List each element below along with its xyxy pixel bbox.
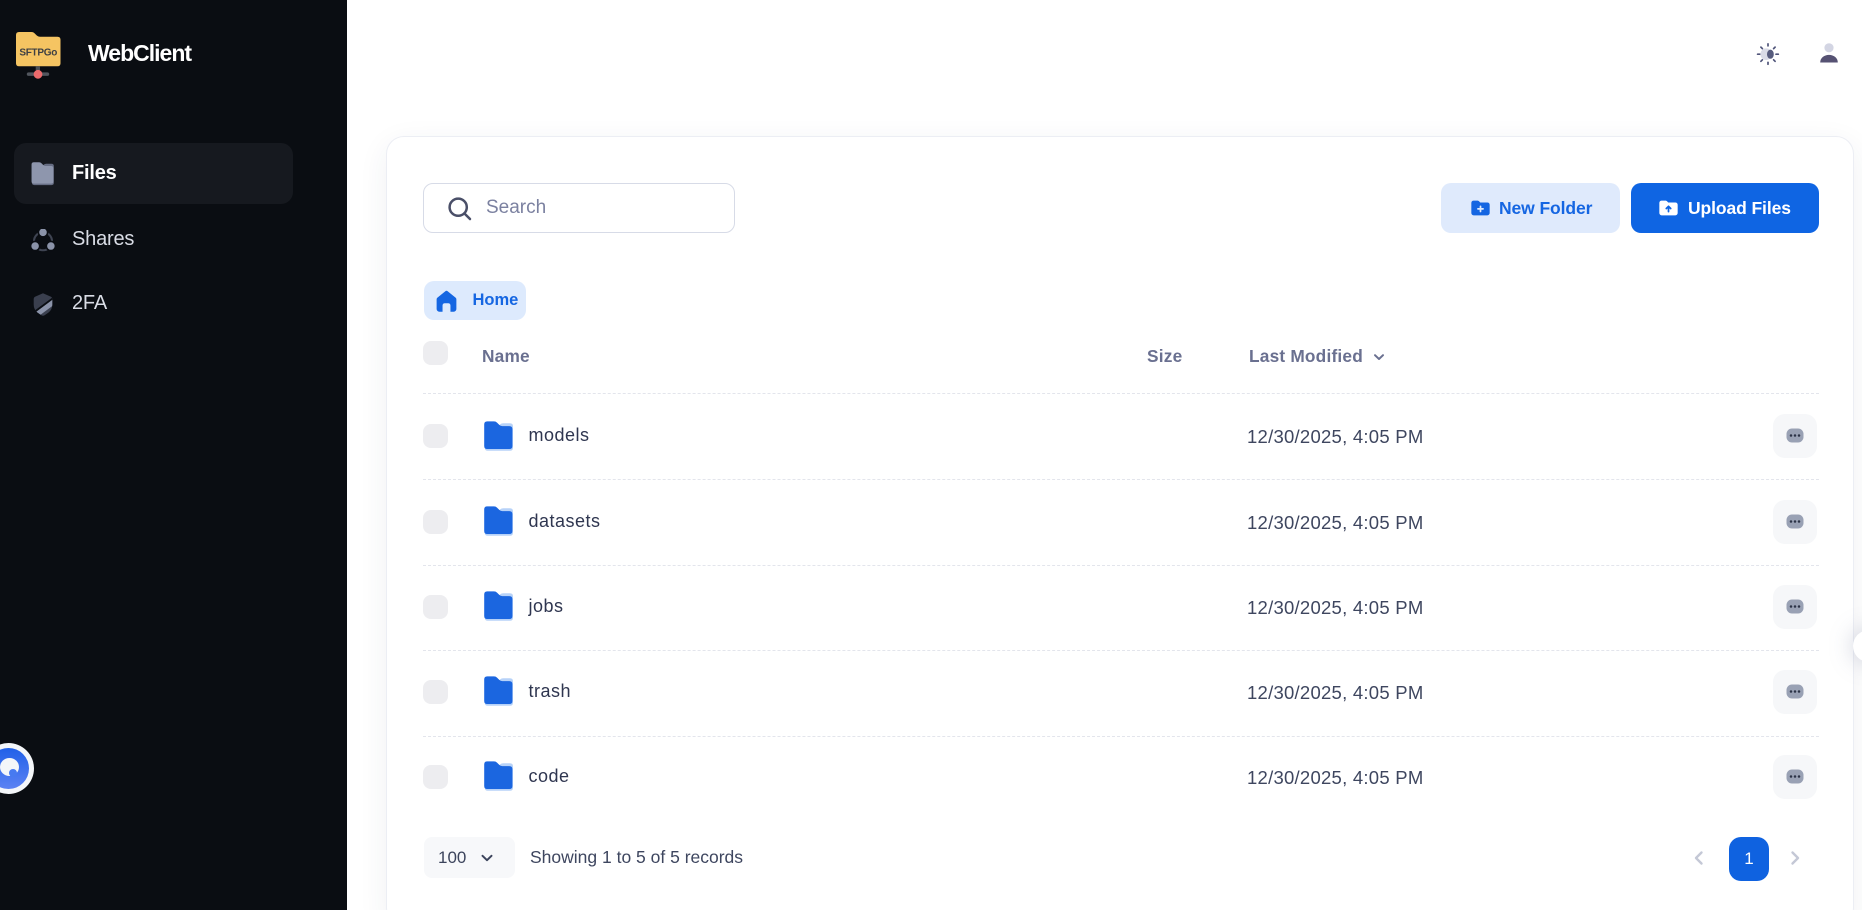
svg-text:SFTPGo: SFTPGo <box>19 48 57 59</box>
